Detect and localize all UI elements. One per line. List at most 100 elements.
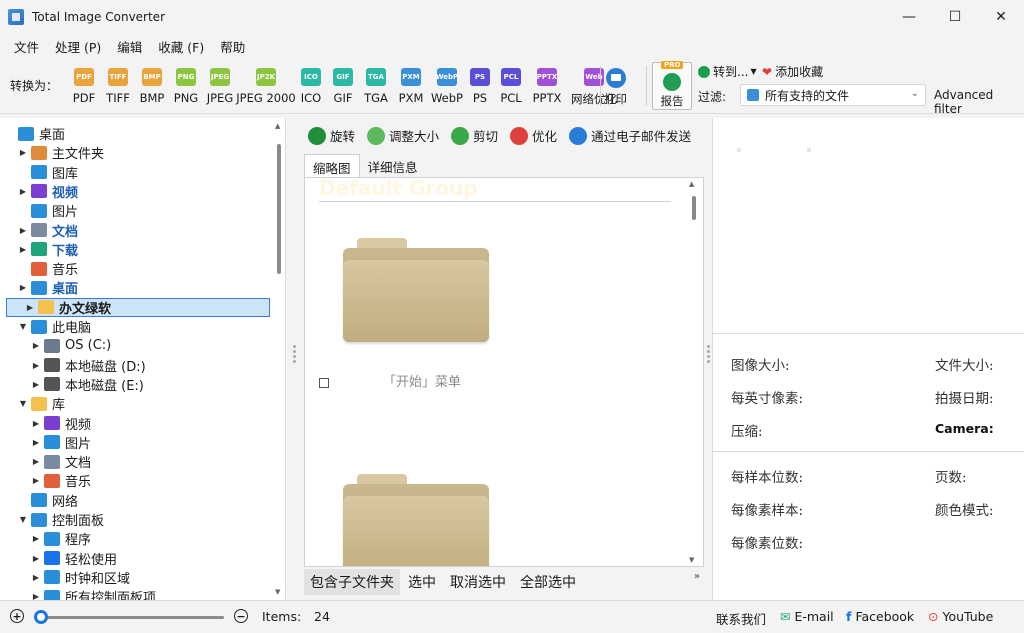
minimize-button[interactable]: — <box>886 0 932 34</box>
zoom-slider-handle[interactable] <box>34 610 48 624</box>
expand-arrow-icon[interactable]: ▶ <box>30 554 42 563</box>
tree-item[interactable]: ▶ 文档 <box>0 452 270 471</box>
format-gif-button[interactable]: GIF GIF <box>328 68 358 107</box>
expand-arrow-icon[interactable]: ▶ <box>30 438 42 447</box>
tree-item[interactable]: 桌面 <box>0 124 270 143</box>
filter-select[interactable]: 所有支持的文件 ⌄ <box>740 84 926 106</box>
tree-scrollbar[interactable]: ▲ ▼ <box>275 122 283 596</box>
expand-arrow-icon[interactable]: ▶ <box>17 148 29 157</box>
format-ps-button[interactable]: PS PS <box>466 68 494 107</box>
expand-arrow-icon[interactable]: ▶ <box>30 592 42 600</box>
tree-item[interactable]: ▶ 办文绿软 <box>6 297 270 317</box>
tree-item[interactable]: 图库 <box>0 163 270 182</box>
facebook-link[interactable]: f Facebook <box>846 609 914 624</box>
tree-item[interactable]: ▼ 此电脑 <box>0 317 270 336</box>
menu-process[interactable]: 处理 (P) <box>47 37 109 56</box>
zoom-in-button[interactable]: + <box>10 609 24 623</box>
tree-item[interactable]: 音乐 <box>0 259 270 278</box>
expand-arrow-icon[interactable]: ▶ <box>30 361 42 370</box>
tree-item[interactable]: ▶ 所有控制面板项 <box>0 587 270 600</box>
expand-arrow-icon[interactable]: ▶ <box>17 226 29 235</box>
goto-button[interactable]: 转到... ▼ <box>698 63 757 80</box>
action-rotate-button[interactable]: 旋转 <box>308 126 355 145</box>
format-png-button[interactable]: PNG PNG <box>170 68 202 107</box>
report-button[interactable]: PRO 报告 <box>652 61 692 110</box>
format-pptx-button[interactable]: PPTX PPTX <box>528 68 566 107</box>
menu-file[interactable]: 文件 <box>6 37 47 56</box>
splitter-right[interactable] <box>707 345 711 363</box>
tree-item[interactable]: ▼ 库 <box>0 394 270 413</box>
tree-item[interactable]: ▶ 主文件夹 <box>0 143 270 162</box>
tree-item[interactable]: ▶ 图片 <box>0 433 270 452</box>
print-button[interactable]: 打印 <box>604 68 627 107</box>
format-jpeg-button[interactable]: JPEG JPEG <box>204 68 236 107</box>
action-crop-button[interactable]: 剪切 <box>451 126 498 145</box>
close-button[interactable]: ✕ <box>978 0 1024 34</box>
expand-arrow-icon[interactable]: ▶ <box>30 457 42 466</box>
format-webp-button[interactable]: WebP WebP <box>430 68 464 107</box>
more-chevron-icon[interactable]: » <box>694 571 700 582</box>
format-bmp-button[interactable]: BMP BMP <box>136 68 168 107</box>
collapse-arrow-icon[interactable]: ▼ <box>17 515 29 524</box>
format-tga-button[interactable]: TGA TGA <box>360 68 392 107</box>
expand-arrow-icon[interactable]: ▶ <box>30 380 42 389</box>
thumbnail-scrollbar[interactable]: ▲ ▼ <box>689 180 699 564</box>
tree-item[interactable]: ▶ OS (C:) <box>0 336 270 355</box>
collapse-arrow-icon[interactable]: ▼ <box>17 399 29 408</box>
format-badge-icon: PCL <box>501 68 521 86</box>
format-pdf-button[interactable]: PDF PDF <box>68 68 100 107</box>
format-jpeg-2000-button[interactable]: JP2K JPEG 2000 <box>236 68 296 107</box>
collapse-arrow-icon[interactable]: ▼ <box>17 322 29 331</box>
tree-item[interactable]: ▶ 音乐 <box>0 471 270 490</box>
tree-item[interactable]: ▶ 下载 <box>0 240 270 259</box>
expand-arrow-icon[interactable]: ▶ <box>30 476 42 485</box>
folder-thumbnail[interactable] <box>343 238 489 342</box>
zoom-out-button[interactable]: − <box>234 609 248 623</box>
tree-item[interactable]: ▶ 本地磁盘 (D:) <box>0 356 270 375</box>
email-link[interactable]: ✉ E-mail <box>780 609 834 624</box>
format-pcl-button[interactable]: PCL PCL <box>496 68 526 107</box>
expand-arrow-icon[interactable]: ▶ <box>17 187 29 196</box>
action-email-button[interactable]: 通过电子邮件发送 <box>569 126 691 145</box>
expand-arrow-icon[interactable]: ▶ <box>17 245 29 254</box>
select-all-button[interactable]: 全部选中 <box>514 569 582 595</box>
tree-item[interactable]: ▶ 时钟和区域 <box>0 568 270 587</box>
expand-arrow-icon[interactable]: ▶ <box>30 341 42 350</box>
tree-item[interactable]: ▶ 桌面 <box>0 278 270 297</box>
expand-arrow-icon[interactable]: ▶ <box>24 303 36 312</box>
include-subfolders-button[interactable]: 包含子文件夹 <box>304 569 400 595</box>
expand-arrow-icon[interactable]: ▶ <box>30 573 42 582</box>
menu-edit[interactable]: 编辑 <box>109 37 150 56</box>
tree-item[interactable]: ▶ 视频 <box>0 182 270 201</box>
tree-item[interactable]: ▶ 本地磁盘 (E:) <box>0 375 270 394</box>
action-optimize-button[interactable]: 优化 <box>510 126 557 145</box>
tree-item[interactable]: ▶ 文档 <box>0 221 270 240</box>
format-tiff-button[interactable]: TIFF TIFF <box>102 68 134 107</box>
tree-item[interactable]: ▶ 程序 <box>0 529 270 548</box>
youtube-link[interactable]: ⊙ YouTube <box>928 609 993 624</box>
action-resize-button[interactable]: 调整大小 <box>367 126 439 145</box>
folder-thumbnail[interactable] <box>343 474 489 566</box>
tree-item[interactable]: ▶ 轻松使用 <box>0 549 270 568</box>
contact-link[interactable]: 联系我们 <box>716 609 766 628</box>
menu-favorites[interactable]: 收藏 (F) <box>150 37 212 56</box>
expand-arrow-icon[interactable]: ▶ <box>30 534 42 543</box>
format-pxm-button[interactable]: PXM PXM <box>394 68 428 107</box>
tree-item[interactable]: 网络 <box>0 491 270 510</box>
maximize-button[interactable]: ☐ <box>932 0 978 34</box>
select-button[interactable]: 选中 <box>402 569 442 595</box>
add-favorite-button[interactable]: ❤ 添加收藏 <box>762 63 823 80</box>
advanced-filter-link[interactable]: Advanced filter <box>934 88 1024 116</box>
tree-item-label: OS (C:) <box>65 338 112 354</box>
expand-arrow-icon[interactable]: ▶ <box>17 283 29 292</box>
expand-arrow-icon[interactable]: ▶ <box>30 419 42 428</box>
tree-item[interactable]: ▶ 视频 <box>0 414 270 433</box>
item-checkbox[interactable] <box>319 378 329 388</box>
format-ico-button[interactable]: ICO ICO <box>296 68 326 107</box>
zoom-slider[interactable] <box>34 608 224 626</box>
tree-item[interactable]: 图片 <box>0 201 270 220</box>
tree-item[interactable]: ▼ 控制面板 <box>0 510 270 529</box>
deselect-button[interactable]: 取消选中 <box>444 569 512 595</box>
splitter-left[interactable] <box>293 345 297 363</box>
menu-help[interactable]: 帮助 <box>212 37 253 56</box>
